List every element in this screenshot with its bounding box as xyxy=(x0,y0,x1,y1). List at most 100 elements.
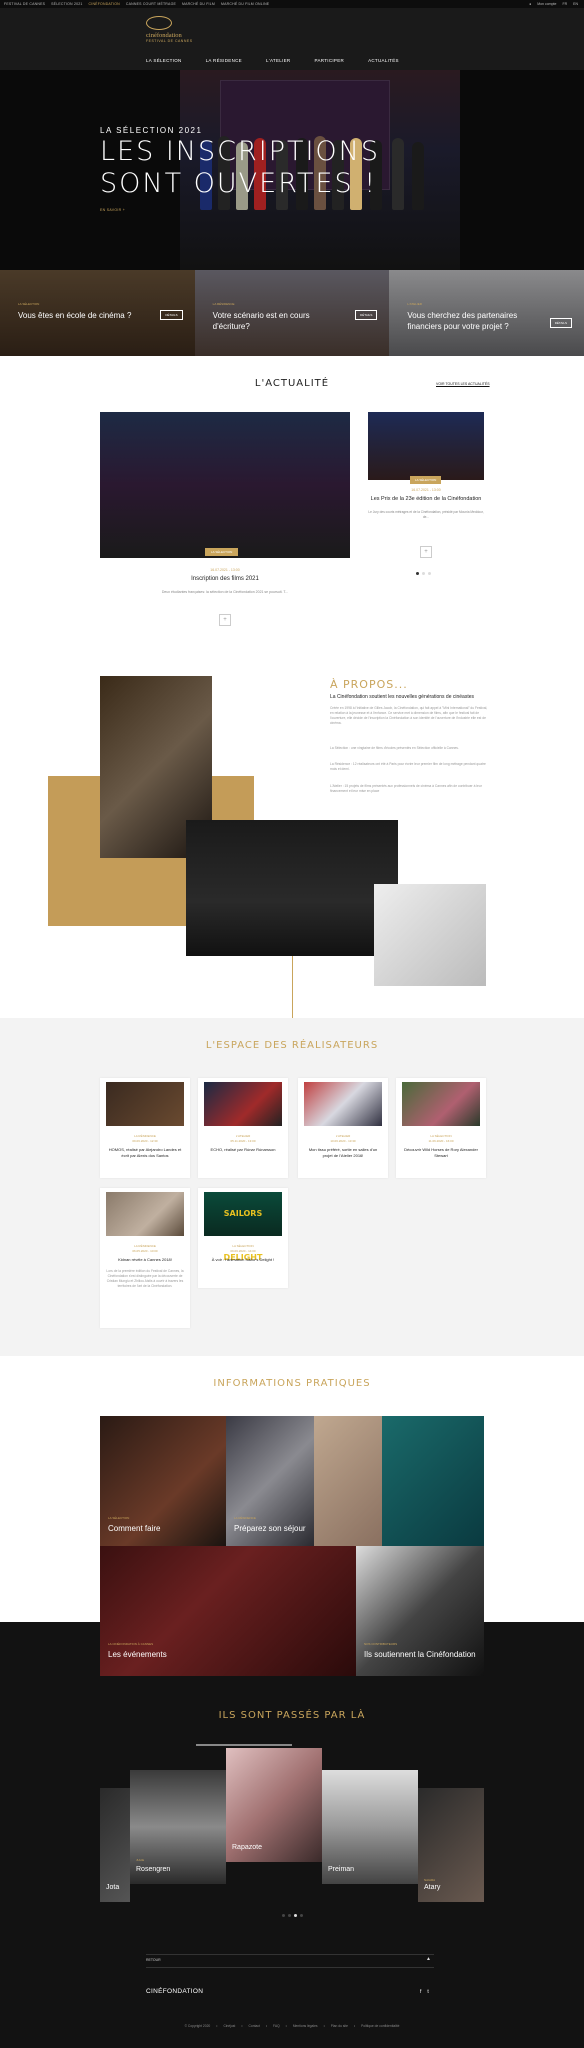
news-badge: LA SÉLECTION xyxy=(205,548,239,556)
news-excerpt: Deux étudiantes françaises: la sélection… xyxy=(161,590,289,594)
pagination-dot[interactable] xyxy=(288,1914,291,1917)
news-pagination xyxy=(416,572,431,575)
news-badge: LA SÉLECTION xyxy=(410,476,442,484)
account-link[interactable]: Mon compte xyxy=(537,2,556,6)
alumni-card[interactable]: NAIARA Atary xyxy=(418,1788,484,1902)
alumni-scroll-bar[interactable] xyxy=(196,1744,292,1746)
palm-icon xyxy=(146,16,172,30)
hero-more-link[interactable]: EN SAVOIR + xyxy=(100,208,125,212)
info-tile[interactable]: LA CINÉFONDATION À CANNES Les événements xyxy=(100,1546,356,1676)
promo-card[interactable]: L'ATELIER Vous cherchez des partenaires … xyxy=(389,270,584,356)
site-link-marche[interactable]: MARCHÉ DU FILM xyxy=(182,2,215,6)
tile-kicker: LA RÉSIDENCE xyxy=(234,1516,256,1520)
alumni-card[interactable]: Rapazote xyxy=(226,1748,322,1862)
news-date: 16.07.2021 - 13:00 xyxy=(411,488,441,492)
site-link-festival[interactable]: FESTIVAL DE CANNES xyxy=(4,2,45,6)
news-featured-image[interactable]: LA SÉLECTION xyxy=(100,412,350,558)
pagination-dot[interactable] xyxy=(300,1914,303,1917)
promo-card[interactable]: LA RÉSIDENCE Votre scénario est en cours… xyxy=(194,270,390,356)
footer-link[interactable]: Plan du site xyxy=(331,2024,348,2028)
site-link-cinefondation[interactable]: CINÉFONDATION xyxy=(89,2,120,6)
info-tile[interactable]: LA RÉSIDENCE Préparez son séjour xyxy=(226,1416,314,1546)
info-tile[interactable]: NOS CONTRIBUTEURS Ils soutiennent la Cin… xyxy=(356,1546,484,1676)
nav-item-selection[interactable]: LA SÉLECTION xyxy=(146,58,182,63)
pagination-dot[interactable] xyxy=(282,1914,285,1917)
filmmaker-card-image xyxy=(106,1192,184,1236)
news-item-image[interactable]: LA SÉLECTION xyxy=(368,412,484,484)
card-title: ECHO, réalisé par Rúnar Rúnarsson xyxy=(210,1147,276,1152)
footer-link[interactable]: Contact xyxy=(249,2024,260,2028)
alumni-card[interactable]: Jota xyxy=(100,1788,130,1902)
news-date: 16.07.2021 - 13:00 xyxy=(210,568,240,572)
alumni-name: Rosengren xyxy=(136,1866,171,1873)
facebook-icon[interactable]: f xyxy=(420,1989,421,1995)
scroll-top-icon[interactable]: ▲ xyxy=(426,1956,431,1962)
nav-item-atelier[interactable]: L'ATELIER xyxy=(266,58,290,63)
site-link-selection[interactable]: SÉLECTION 2021 xyxy=(51,2,82,6)
news-headline[interactable]: Inscription des films 2021 xyxy=(100,576,350,582)
alumni-firstname: JULIE xyxy=(136,1858,145,1862)
card-kicker: LA SÉLECTION xyxy=(430,1134,452,1138)
hero-title: LES INSCRIPTIONS SONT OUVERTES ! xyxy=(100,136,380,200)
back-link[interactable]: RETOUR xyxy=(146,1958,161,1962)
lang-current[interactable]: FR xyxy=(562,2,567,6)
pagination-dot[interactable] xyxy=(422,572,425,575)
hero-banner: LA SÉLECTION 2021 LES INSCRIPTIONS SONT … xyxy=(0,70,584,270)
nav-item-residence[interactable]: LA RÉSIDENCE xyxy=(206,58,242,63)
filmmaker-card[interactable]: LA RÉSIDENCE 06.05.2020 - 10:00 Kidnan r… xyxy=(100,1188,190,1328)
site-links: FESTIVAL DE CANNES SÉLECTION 2021 CINÉFO… xyxy=(0,2,269,6)
alumni-name: Rapazote xyxy=(232,1844,262,1851)
news-more-button[interactable]: + xyxy=(219,614,231,626)
filmmaker-card[interactable]: L'ATELIER 05.11.2020 - 13:00 ECHO, réali… xyxy=(198,1078,288,1178)
card-kicker: LA SÉLECTION xyxy=(232,1244,254,1248)
card-date: 09.06.2020 - 12:30 xyxy=(132,1139,158,1143)
about-title: À PROPOS... xyxy=(330,678,408,691)
tile-kicker: LA CINÉFONDATION À CANNES xyxy=(108,1642,154,1646)
all-news-link[interactable]: VOIR TOUTES LES ACTUALITÉS xyxy=(436,382,490,386)
pagination-dot[interactable] xyxy=(428,572,431,575)
promo-card-kicker: L'ATELIER xyxy=(407,302,422,306)
logo[interactable]: cinéfondation FESTIVAL DE CANNES xyxy=(146,16,198,58)
footer-link[interactable]: FAQ xyxy=(273,2024,280,2028)
nav-item-actualites[interactable]: ACTUALITÉS xyxy=(368,58,399,63)
lang-alt[interactable]: EN xyxy=(573,2,578,6)
footer-divider xyxy=(146,1954,434,1968)
card-kicker: L'ATELIER xyxy=(235,1134,251,1138)
about-image-red-carpet xyxy=(186,820,398,956)
about-paragraph: L'Atelier : 15 projets de films présenté… xyxy=(330,784,482,793)
twitter-icon[interactable]: t xyxy=(427,1989,428,1995)
info-tile[interactable]: LA SÉLECTION Comment faire xyxy=(100,1416,226,1546)
alumni-title: ILS SONT PASSÉS PAR LÀ xyxy=(218,1710,366,1721)
details-button[interactable]: DÉTAILS xyxy=(355,310,378,320)
site-link-marche-online[interactable]: MARCHÉ DU FILM ONLINE xyxy=(221,2,269,6)
nav-item-participer[interactable]: PARTICIPER xyxy=(314,58,344,63)
filmmaker-card[interactable]: LA RÉSIDENCE 09.06.2020 - 12:30 HOMOS, r… xyxy=(100,1078,190,1178)
alumni-card[interactable]: JULIE Rosengren xyxy=(130,1770,226,1884)
card-date: 05.11.2020 - 13:00 xyxy=(230,1139,256,1143)
footer-link[interactable]: Cinéjust xyxy=(223,2024,235,2028)
news-headline[interactable]: Les Prix de la 23e édition de la Cinéfon… xyxy=(368,496,484,502)
alumni-name: Atary xyxy=(424,1884,441,1891)
alumni-card[interactable]: Preiman xyxy=(322,1770,418,1884)
pagination-dot[interactable] xyxy=(294,1914,297,1917)
card-date: 09.06.2020 - 14:00 xyxy=(230,1249,256,1253)
filmmaker-card[interactable]: L'ATELIER 10.06.2020 - 13:30 Mon tissu p… xyxy=(298,1078,388,1178)
card-title: HOMOS, réalisé par Alejandro Landes et é… xyxy=(108,1147,182,1158)
promo-card-text: Vous êtes en école de cinéma ? xyxy=(18,311,132,320)
logo-text: cinéfondation xyxy=(146,32,182,39)
details-button[interactable]: DÉTAILS xyxy=(549,318,573,328)
promo-card[interactable]: LA SÉLECTION Vous êtes en école de ciném… xyxy=(0,270,195,356)
details-button[interactable]: DÉTAILS xyxy=(160,310,183,320)
footer-link[interactable]: Politique de confidentialité xyxy=(361,2024,399,2028)
tile-kicker: LA SÉLECTION xyxy=(108,1516,130,1520)
footer-link[interactable]: Mentions légales xyxy=(293,2024,318,2028)
logo-subtext: FESTIVAL DE CANNES xyxy=(146,39,193,43)
site-link-court-metrage[interactable]: CANNES COURT MÉTRAGE xyxy=(126,2,176,6)
filmmaker-card[interactable]: LA SÉLECTION 11.06.2020 - 16:00 Découvri… xyxy=(396,1078,486,1178)
news-more-button[interactable]: + xyxy=(420,546,432,558)
pagination-dot[interactable] xyxy=(416,572,419,575)
promo-card-text: Vous cherchez des partenaires financiers… xyxy=(407,311,518,331)
filmmaker-card-image xyxy=(204,1082,282,1126)
filmmaker-card[interactable]: SAILORS DELIGHT LA SÉLECTION 09.06.2020 … xyxy=(198,1188,288,1288)
sailors-delight-poster: SAILORS DELIGHT xyxy=(204,1192,282,1262)
